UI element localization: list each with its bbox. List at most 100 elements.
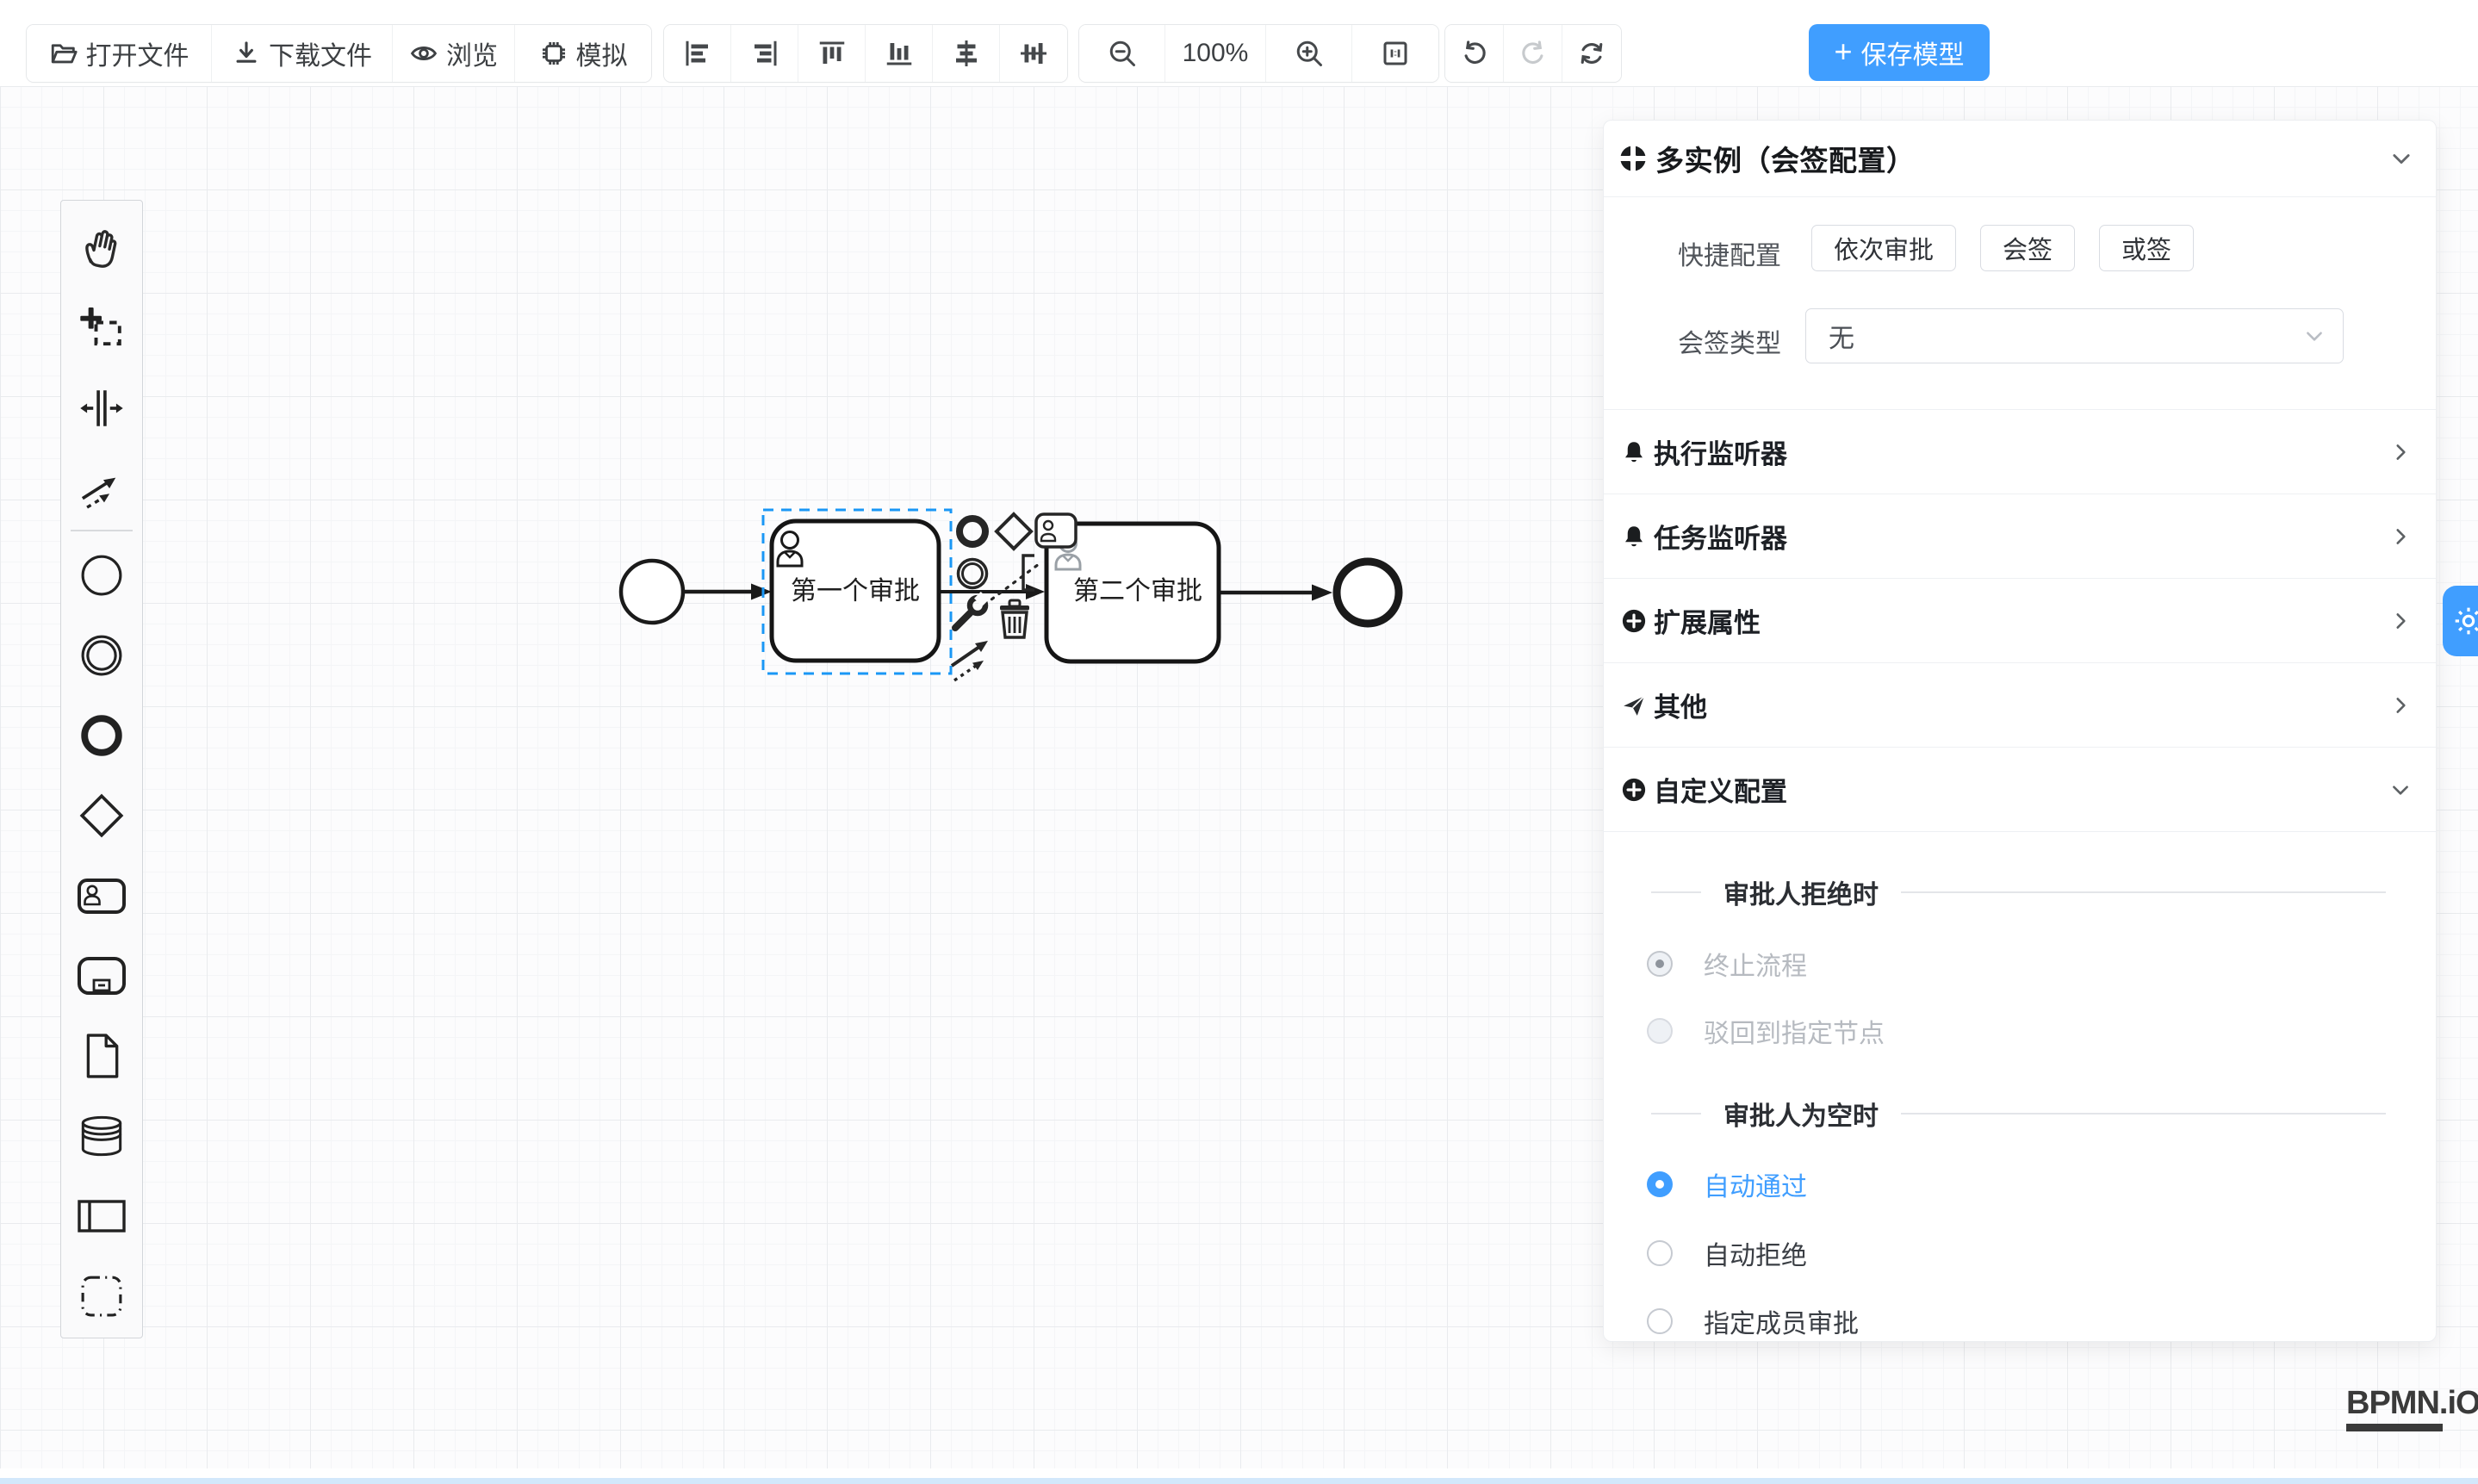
zoom-in-button[interactable]	[1266, 25, 1352, 82]
bell-icon	[1621, 524, 1647, 550]
space-tool-icon	[79, 386, 124, 431]
quick-option-sequential[interactable]: 依次审批	[1811, 225, 1956, 271]
reject-section-divider: 审批人拒绝时	[1651, 873, 2386, 911]
palette-create-data-store[interactable]	[60, 1096, 143, 1176]
radio-icon	[1647, 1018, 1673, 1044]
quick-option-orsign[interactable]: 或签	[2099, 225, 2194, 271]
context-pad-delete-trash[interactable]	[1000, 600, 1029, 637]
radio-icon	[1647, 1308, 1673, 1334]
align-right-button[interactable]	[731, 25, 798, 82]
zoom-toolbar-group: 100%	[1078, 24, 1439, 83]
sequence-flow-task2-to-end[interactable]	[1219, 585, 1332, 601]
chevron-down-icon[interactable]	[2389, 146, 2413, 171]
bpmn-io-logo[interactable]: BPMN.iO	[2346, 1385, 2478, 1431]
align-left-button[interactable]	[664, 25, 731, 82]
chevron-right-icon	[2389, 525, 2412, 548]
task1-label: 第一个审批	[791, 577, 920, 605]
align-toolbar-group	[663, 24, 1068, 83]
zoom-out-icon	[1107, 38, 1138, 69]
reset-zoom-icon	[1577, 39, 1606, 68]
hand-tool-icon	[75, 221, 128, 275]
palette-hand-tool[interactable]	[60, 208, 143, 288]
palette-global-connect-tool[interactable]	[60, 448, 143, 528]
palette-create-start-event[interactable]	[60, 535, 143, 615]
context-pad-connect-association[interactable]	[984, 562, 1042, 605]
context-pad-append-gateway[interactable]	[997, 514, 1031, 549]
settings-fab[interactable]	[2443, 586, 2478, 656]
section-execution-listener[interactable]: 执行监听器	[1604, 409, 2436, 494]
bpmn-io-logo-bar	[2346, 1424, 2443, 1431]
palette-space-tool[interactable]	[60, 368, 143, 448]
radio-return-to-node[interactable]: 驳回到指定节点	[1647, 1012, 1885, 1050]
chevron-right-icon	[2389, 694, 2412, 717]
section-extended-properties[interactable]: 扩展属性	[1604, 578, 2436, 662]
subprocess-icon	[78, 956, 126, 996]
radio-auto-pass[interactable]: 自动通过	[1647, 1165, 1807, 1203]
sequence-flow-task1-to-task2[interactable]	[939, 584, 1045, 599]
context-pad-connect-tool[interactable]	[952, 641, 988, 680]
start-event-icon	[80, 554, 123, 597]
intermediate-event-icon	[80, 634, 123, 677]
preview-button[interactable]: 浏览	[393, 25, 515, 82]
quick-config-options: 依次审批 会签 或签	[1811, 225, 2194, 271]
simulate-label: 模拟	[576, 34, 628, 72]
radio-icon	[1647, 951, 1673, 977]
palette-create-gateway[interactable]	[60, 775, 143, 855]
align-center-horizontal-icon	[951, 38, 982, 69]
folder-open-icon	[49, 39, 78, 68]
palette-create-user-task[interactable]	[60, 855, 143, 935]
context-pad-append-user-task[interactable]	[1036, 514, 1076, 547]
countersign-type-select[interactable]: 无	[1805, 308, 2344, 363]
chevron-right-icon	[2389, 610, 2412, 632]
radio-terminate-process[interactable]: 终止流程	[1647, 945, 1807, 983]
save-model-button[interactable]: + 保存模型	[1809, 24, 1990, 81]
reset-zoom-button[interactable]	[1562, 25, 1621, 82]
end-event[interactable]	[1337, 562, 1399, 624]
plus-circle-icon	[1621, 777, 1647, 803]
chip-icon	[539, 39, 568, 68]
radio-icon	[1647, 1240, 1673, 1266]
file-toolbar-group: 打开文件 下载文件 浏览 模拟	[26, 24, 652, 83]
section-other[interactable]: 其他	[1604, 662, 2436, 747]
palette-lasso-tool[interactable]	[60, 288, 143, 368]
context-pad-append-intermediate-event[interactable]	[959, 560, 987, 588]
sequence-flow-start-to-task1[interactable]	[684, 584, 772, 600]
palette-create-intermediate-event[interactable]	[60, 615, 143, 695]
zoom-out-button[interactable]	[1079, 25, 1165, 82]
context-pad-change-type-wrench[interactable]	[955, 592, 989, 628]
participant-icon	[78, 1198, 126, 1234]
section-custom-config[interactable]: 自定义配置	[1604, 747, 2436, 832]
redo-button[interactable]	[1504, 25, 1562, 82]
download-file-button[interactable]: 下载文件	[212, 25, 393, 82]
align-middle-vertical-button[interactable]	[1000, 25, 1067, 82]
align-center-horizontal-button[interactable]	[933, 25, 1000, 82]
fit-viewport-button[interactable]	[1352, 25, 1438, 82]
simulate-button[interactable]: 模拟	[515, 25, 651, 82]
palette-create-participant[interactable]	[60, 1176, 143, 1256]
user-task-first[interactable]: 第一个审批	[772, 521, 939, 661]
empty-section-divider: 审批人为空时	[1651, 1095, 2386, 1133]
palette-create-data-object[interactable]	[60, 1015, 143, 1096]
redo-icon	[1518, 39, 1548, 68]
section-task-listener[interactable]: 任务监听器	[1604, 494, 2436, 578]
align-top-button[interactable]	[798, 25, 866, 82]
zoom-level: 100%	[1165, 25, 1266, 82]
download-icon	[232, 39, 261, 68]
undo-button[interactable]	[1445, 25, 1504, 82]
palette-create-end-event[interactable]	[60, 695, 143, 775]
open-file-button[interactable]: 打开文件	[27, 25, 212, 82]
context-pad-append-end-event[interactable]	[960, 518, 985, 544]
open-file-label: 打开文件	[86, 34, 189, 72]
quick-option-countersign[interactable]: 会签	[1980, 225, 2075, 271]
palette-create-subprocess[interactable]	[60, 935, 143, 1015]
align-left-icon	[682, 38, 713, 69]
group-icon	[80, 1275, 123, 1318]
end-event-icon	[80, 714, 123, 757]
align-bottom-button[interactable]	[866, 25, 933, 82]
radio-assign-member[interactable]: 指定成员审批	[1647, 1302, 1859, 1340]
align-bottom-icon	[884, 38, 915, 69]
radio-auto-reject[interactable]: 自动拒绝	[1647, 1234, 1807, 1272]
start-event[interactable]	[621, 561, 683, 623]
panel-header[interactable]: 多实例（会签配置）	[1604, 121, 2436, 197]
palette-create-group[interactable]	[60, 1256, 143, 1336]
